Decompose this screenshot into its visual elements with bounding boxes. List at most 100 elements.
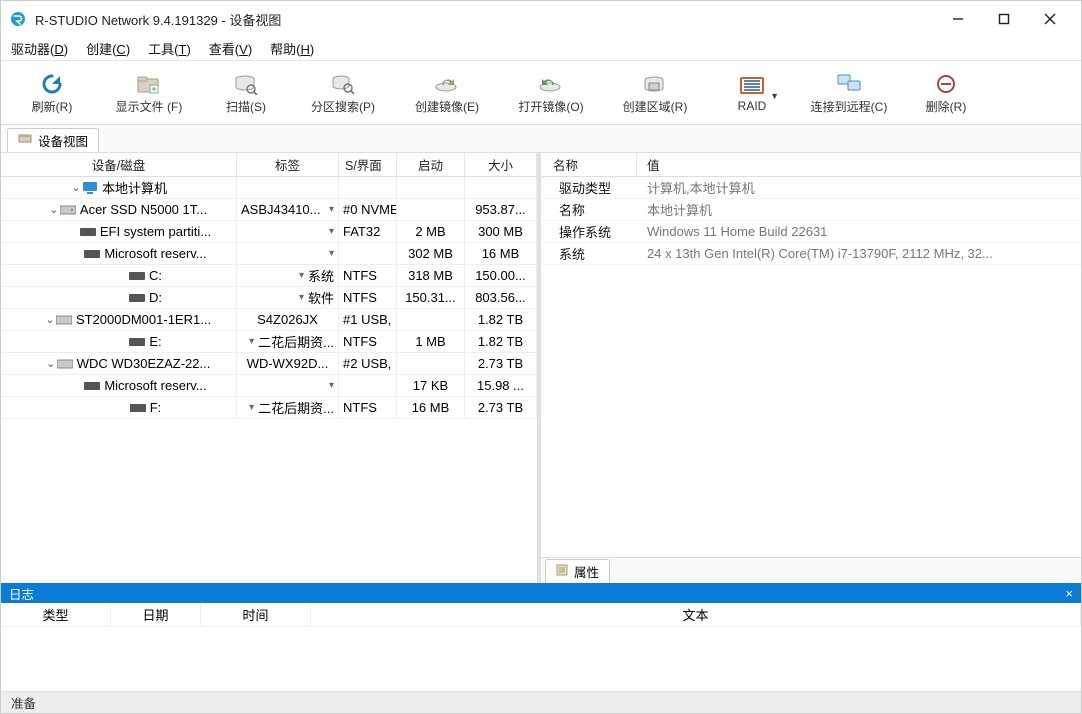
tree-row-volume[interactable]: Microsoft reserv... ▾ 17 KB 15.98 ... [1, 375, 537, 397]
col-label[interactable]: 标签 [237, 153, 339, 176]
volume-icon [84, 379, 100, 393]
tree-row-disk[interactable]: ⌄ Acer SSD N5000 1T... ASBJ43410...▾ #0 … [1, 199, 537, 221]
cell-size: 150.00... [465, 265, 537, 286]
properties-tab-icon [556, 564, 568, 579]
log-close-icon[interactable]: × [1065, 586, 1073, 601]
prop-val: 计算机,本地计算机 [637, 178, 1081, 197]
prop-key: 操作系统 [541, 222, 637, 241]
col-start[interactable]: 启动 [397, 153, 465, 176]
menu-view[interactable]: 查看(V) [209, 39, 252, 58]
log-columns: 类型 日期 时间 文本 [1, 603, 1081, 627]
create-image-icon [434, 72, 460, 96]
tree-row-volume[interactable]: E: ▾二花后期资... NTFS 1 MB 1.82 TB [1, 331, 537, 353]
dropdown-icon[interactable]: ▾ [329, 380, 334, 391]
refresh-icon [39, 72, 65, 96]
cell-size: 16 MB [465, 243, 537, 264]
cell-size: 1.82 TB [465, 309, 537, 330]
col-interface[interactable]: S/界面 [339, 153, 397, 176]
cell-size: 803.56... [465, 287, 537, 308]
connect-remote-button[interactable]: 连接到远程(C) [797, 65, 901, 121]
dropdown-icon[interactable]: ▾ [249, 402, 254, 413]
prop-row[interactable]: 名称本地计算机 [541, 199, 1081, 221]
cell-iface: NTFS [339, 331, 397, 352]
volume-icon [80, 225, 96, 239]
tree-row-disk[interactable]: ⌄ ST2000DM001-1ER1... S4Z026JX #1 USB, H… [1, 309, 537, 331]
dropdown-icon[interactable]: ▾ [299, 270, 304, 281]
col-size[interactable]: 大小 [465, 153, 537, 176]
hdd-icon [57, 357, 73, 371]
open-image-button[interactable]: 打开镜像(O) [499, 65, 603, 121]
prop-row[interactable]: 系统24 x 13th Gen Intel(R) Core(TM) i7-137… [541, 243, 1081, 265]
log-col-text[interactable]: 文本 [311, 603, 1081, 626]
device-view-icon [18, 132, 32, 149]
cell-size: 953.87... [465, 199, 537, 220]
tree-label: EFI system partiti... [100, 224, 211, 239]
log-col-date[interactable]: 日期 [111, 603, 201, 626]
menubar: 驱动器(D) 创建(C) 工具(T) 查看(V) 帮助(H) [1, 37, 1081, 61]
tree-row-disk[interactable]: ⌄ WDC WD30EZAZ-22... WD-WX92D... #2 USB,… [1, 353, 537, 375]
menu-drive[interactable]: 驱动器(D) [11, 39, 68, 58]
delete-button[interactable]: 删除(R) [901, 65, 991, 121]
close-button[interactable] [1027, 5, 1073, 33]
create-image-button[interactable]: 创建镜像(E) [395, 65, 499, 121]
tabbar: 设备视图 [1, 125, 1081, 153]
cell-iface: #0 NVME, SSD [339, 199, 397, 220]
tree-row-volume[interactable]: Microsoft reserv... ▾ 302 MB 16 MB [1, 243, 537, 265]
dropdown-icon[interactable]: ▾ [249, 336, 254, 347]
cell-start: 150.31... [397, 287, 465, 308]
refresh-button[interactable]: 刷新(R) [7, 65, 97, 121]
dropdown-icon[interactable]: ▾ [329, 204, 334, 215]
cell-label: WD-WX92D... [247, 356, 329, 371]
region-search-button[interactable]: 分区搜索(P) [291, 65, 395, 121]
properties-tab[interactable]: 属性 [545, 559, 610, 583]
statusbar: 准备 [1, 691, 1081, 713]
menu-create[interactable]: 创建(C) [86, 39, 130, 58]
create-region-button[interactable]: 创建区域(R) [603, 65, 707, 121]
device-view-tab[interactable]: 设备视图 [7, 128, 99, 152]
minimize-button[interactable] [935, 5, 981, 33]
prop-row[interactable]: 操作系统Windows 11 Home Build 22631 [541, 221, 1081, 243]
cell-label: 二花后期资... [258, 398, 334, 417]
cell-start: 16 MB [397, 397, 465, 418]
tree-row-volume[interactable]: EFI system partiti... ▾ FAT32 2 MB 300 M… [1, 221, 537, 243]
scan-icon [233, 72, 259, 96]
expand-icon[interactable]: ⌄ [44, 313, 56, 326]
cell-start: 17 KB [397, 375, 465, 396]
open-image-icon [538, 72, 564, 96]
cell-iface: FAT32 [339, 221, 397, 242]
log-col-time[interactable]: 时间 [201, 603, 311, 626]
tree-row-volume[interactable]: F: ▾二花后期资... NTFS 16 MB 2.73 TB [1, 397, 537, 419]
col-prop-value[interactable]: 值 [637, 153, 1081, 176]
menu-help[interactable]: 帮助(H) [270, 39, 314, 58]
log-col-type[interactable]: 类型 [1, 603, 111, 626]
maximize-button[interactable] [981, 5, 1027, 33]
col-prop-name[interactable]: 名称 [541, 153, 637, 176]
cell-start: 302 MB [397, 243, 465, 264]
tree-label: Acer SSD N5000 1T... [80, 202, 207, 217]
cell-label: S4Z026JX [257, 312, 318, 327]
dropdown-icon[interactable]: ▾ [329, 248, 334, 259]
prop-key: 驱动类型 [541, 178, 637, 197]
col-device[interactable]: 设备/磁盘 [1, 153, 237, 176]
create-region-label: 创建区域(R) [623, 98, 688, 115]
raid-button[interactable]: ▼ RAID [707, 65, 797, 121]
cell-start: 1 MB [397, 331, 465, 352]
log-header[interactable]: 日志 × [1, 583, 1081, 603]
cell-size: 15.98 ... [465, 375, 537, 396]
expand-icon[interactable]: ⌄ [45, 357, 57, 370]
menu-tools[interactable]: 工具(T) [148, 39, 191, 58]
show-files-button[interactable]: 显示文件 (F) [97, 65, 201, 121]
status-text: 准备 [11, 693, 36, 712]
cell-label: 二花后期资... [258, 332, 334, 351]
expand-icon[interactable]: ⌄ [70, 181, 82, 194]
tree-row-local-computer[interactable]: ⌄ 本地计算机 [1, 177, 537, 199]
prop-val: 本地计算机 [637, 200, 1081, 219]
expand-icon[interactable]: ⌄ [48, 203, 60, 216]
tree-row-volume[interactable]: C: ▾系统 NTFS 318 MB 150.00... [1, 265, 537, 287]
dropdown-icon[interactable]: ▾ [299, 292, 304, 303]
scan-button[interactable]: 扫描(S) [201, 65, 291, 121]
dropdown-icon[interactable]: ▾ [329, 226, 334, 237]
prop-row[interactable]: 驱动类型计算机,本地计算机 [541, 177, 1081, 199]
tree-row-volume[interactable]: D: ▾软件 NTFS 150.31... 803.56... [1, 287, 537, 309]
cell-iface: NTFS [339, 265, 397, 286]
